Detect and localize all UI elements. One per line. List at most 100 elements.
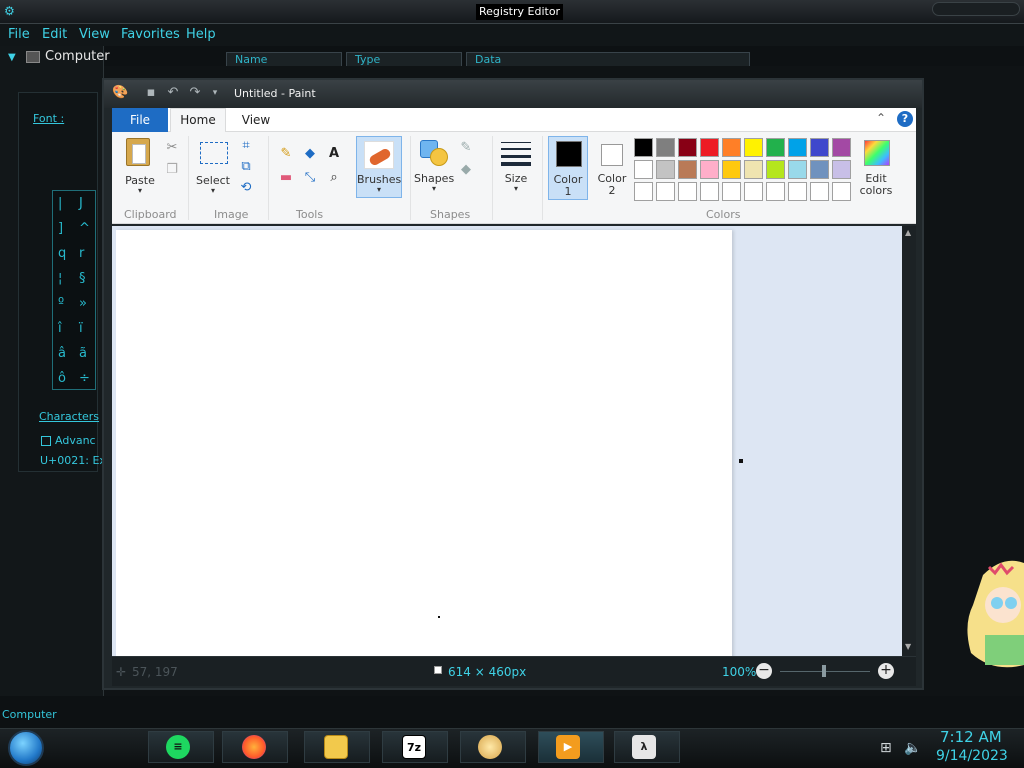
- palette-swatch[interactable]: [722, 138, 741, 157]
- custom-color-slot[interactable]: [832, 182, 851, 201]
- char-cell[interactable]: ï: [79, 321, 83, 336]
- palette-swatch[interactable]: [810, 138, 829, 157]
- resize-icon[interactable]: ⧉: [238, 159, 254, 175]
- palette-swatch[interactable]: [766, 160, 785, 179]
- media-player-icon[interactable]: ▶: [556, 735, 580, 759]
- color2-button[interactable]: Color 2: [592, 136, 632, 200]
- zoom-in-icon[interactable]: +: [878, 663, 894, 679]
- redo-icon[interactable]: ↷: [188, 86, 202, 100]
- palette-swatch[interactable]: [700, 160, 719, 179]
- palette-swatch[interactable]: [744, 138, 763, 157]
- advanced-view-checkbox[interactable]: [41, 436, 51, 446]
- palette-swatch[interactable]: [656, 160, 675, 179]
- text-icon[interactable]: A: [326, 146, 342, 162]
- start-button[interactable]: [8, 730, 44, 766]
- char-cell[interactable]: ã: [79, 346, 87, 361]
- shape-fill-icon[interactable]: ◆: [458, 162, 474, 178]
- palette-swatch[interactable]: [788, 160, 807, 179]
- custom-color-slot[interactable]: [700, 182, 719, 201]
- undo-icon[interactable]: ↶: [166, 86, 180, 100]
- palette-swatch[interactable]: [766, 138, 785, 157]
- spotify-icon[interactable]: ≡: [166, 735, 190, 759]
- custom-color-slot[interactable]: [744, 182, 763, 201]
- magnifier-icon[interactable]: ⌕: [326, 170, 342, 186]
- char-cell[interactable]: r: [79, 246, 84, 261]
- tree-root-computer[interactable]: Computer: [45, 49, 110, 64]
- column-data[interactable]: Data: [466, 52, 750, 67]
- palette-swatch[interactable]: [832, 160, 851, 179]
- scroll-up-icon[interactable]: ▲: [905, 228, 911, 237]
- char-cell[interactable]: ô: [58, 371, 66, 386]
- volume-icon[interactable]: 🔈: [904, 740, 921, 756]
- menu-file[interactable]: File: [8, 27, 30, 42]
- canvas-workspace[interactable]: [112, 226, 902, 660]
- char-cell[interactable]: ÷: [79, 371, 90, 386]
- pencil-icon[interactable]: ✎: [278, 146, 294, 162]
- scroll-down-icon[interactable]: ▼: [905, 642, 911, 651]
- firefox-icon[interactable]: [242, 735, 266, 759]
- edit-colors-button[interactable]: Edit colors: [854, 136, 898, 200]
- color-picker-icon[interactable]: ⤡: [302, 170, 318, 186]
- char-cell[interactable]: q: [58, 246, 66, 261]
- zoom-slider-thumb[interactable]: [822, 665, 826, 677]
- file-explorer-icon[interactable]: [324, 735, 348, 759]
- shapes-button[interactable]: Shapes ▾: [414, 136, 454, 198]
- palette-swatch[interactable]: [700, 138, 719, 157]
- palette-swatch[interactable]: [678, 138, 697, 157]
- menu-view[interactable]: View: [79, 27, 110, 42]
- paint-app-icon[interactable]: 🎨: [112, 86, 128, 100]
- rotate-icon[interactable]: ⟲: [238, 180, 254, 196]
- custom-color-slot[interactable]: [810, 182, 829, 201]
- palette-swatch[interactable]: [678, 160, 697, 179]
- size-button[interactable]: Size ▾: [498, 136, 534, 198]
- char-cell[interactable]: º: [58, 296, 64, 311]
- cut-icon[interactable]: ✂: [164, 140, 180, 156]
- char-cell[interactable]: ]: [58, 221, 63, 236]
- char-cell[interactable]: |: [58, 196, 62, 211]
- lambda-app-icon[interactable]: λ: [632, 735, 656, 759]
- palette-swatch[interactable]: [656, 138, 675, 157]
- chevron-down-icon[interactable]: ▼: [8, 52, 16, 63]
- char-cell[interactable]: â: [58, 346, 66, 361]
- custom-color-slot[interactable]: [788, 182, 807, 201]
- save-icon[interactable]: ▪: [144, 86, 158, 100]
- column-name[interactable]: Name: [226, 52, 342, 67]
- palette-swatch[interactable]: [810, 160, 829, 179]
- char-cell[interactable]: ¦: [58, 271, 62, 286]
- copy-icon[interactable]: ❐: [164, 162, 180, 178]
- clock-date[interactable]: 9/14/2023: [936, 748, 1008, 764]
- color1-button[interactable]: Color 1: [548, 136, 588, 200]
- menu-edit[interactable]: Edit: [42, 27, 67, 42]
- drawing-canvas[interactable]: [116, 230, 732, 660]
- tab-file[interactable]: File: [112, 108, 168, 132]
- crop-icon[interactable]: ⌗: [238, 138, 254, 154]
- customize-quick-access-icon[interactable]: ▾: [208, 86, 222, 100]
- zoom-out-icon[interactable]: −: [756, 663, 772, 679]
- minimize-ribbon-icon[interactable]: ⌃: [876, 111, 886, 125]
- brushes-button[interactable]: Brushes ▾: [356, 136, 402, 198]
- custom-color-slot[interactable]: [678, 182, 697, 201]
- paint-icon[interactable]: [478, 735, 502, 759]
- custom-color-slot[interactable]: [634, 182, 653, 201]
- custom-color-slot[interactable]: [766, 182, 785, 201]
- palette-swatch[interactable]: [832, 138, 851, 157]
- fill-bucket-icon[interactable]: ◆: [302, 146, 318, 162]
- vertical-scrollbar[interactable]: ▲ ▼: [902, 226, 916, 656]
- palette-swatch[interactable]: [788, 138, 807, 157]
- char-cell[interactable]: î: [58, 321, 62, 336]
- menu-favorites[interactable]: Favorites: [121, 27, 180, 42]
- palette-swatch[interactable]: [722, 160, 741, 179]
- canvas-resize-handle[interactable]: [739, 459, 743, 463]
- palette-swatch[interactable]: [744, 160, 763, 179]
- char-cell[interactable]: ^: [79, 221, 90, 236]
- tab-view[interactable]: View: [236, 108, 276, 132]
- char-cell[interactable]: §: [79, 271, 86, 286]
- palette-swatch[interactable]: [634, 160, 653, 179]
- custom-color-slot[interactable]: [722, 182, 741, 201]
- column-type[interactable]: Type: [346, 52, 462, 67]
- outline-icon[interactable]: ✎: [458, 140, 474, 156]
- eraser-icon[interactable]: ▬: [278, 170, 294, 186]
- clock-time[interactable]: 7:12 AM: [940, 728, 1002, 746]
- network-icon[interactable]: ⊞: [880, 740, 892, 756]
- tab-home[interactable]: Home: [170, 108, 226, 133]
